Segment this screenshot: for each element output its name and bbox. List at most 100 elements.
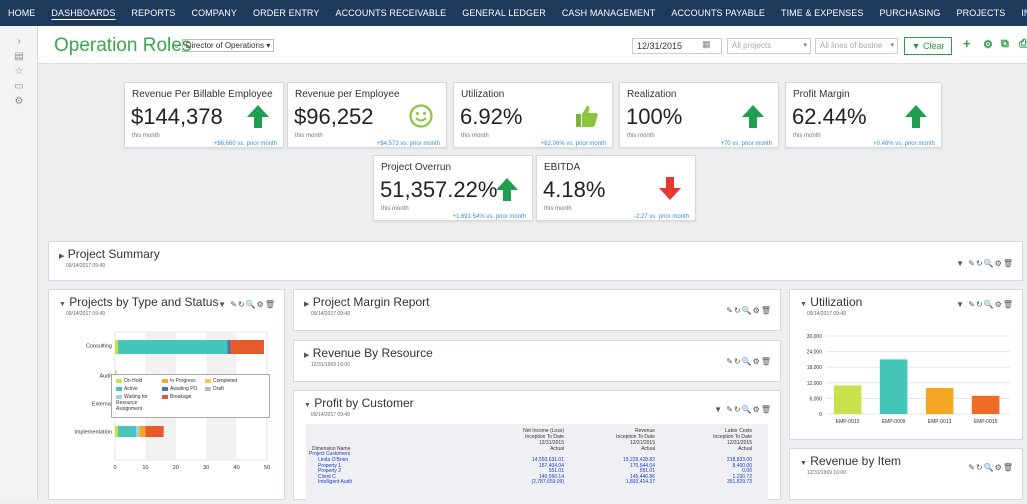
legend-item[interactable]: In Progress: [162, 378, 196, 384]
kpi-card-realization[interactable]: Realization 100% this month +70 vs. prior m…: [619, 82, 779, 148]
legend-item[interactable]: Waiting for Resource Assignment: [116, 394, 158, 412]
panel-tools[interactable]: ▼ ✎↻🔍⚙🗑: [714, 405, 772, 414]
y-tick-label: 30,000: [807, 334, 823, 340]
nav-item-cash-management[interactable]: CASH MANAGEMENT: [554, 0, 664, 26]
kpi-card-revenue-per-employee[interactable]: Revenue per Employee $96,252 this month +$4…: [287, 82, 447, 148]
bar-emp-0015[interactable]: [971, 395, 1000, 414]
table-cell: 1,893,414.37: [625, 479, 655, 485]
expand-icon[interactable]: ▶: [304, 301, 309, 308]
nav-item-inventory-control[interactable]: INVENTORY CONTROL: [1013, 0, 1027, 26]
nav-item-dashboards[interactable]: DASHBOARDS: [43, 0, 123, 26]
profit-table: Net Income (Loss) Inception To Date 12/31/…: [306, 424, 768, 504]
kpi-delta[interactable]: +$6,660 vs. prior month: [214, 141, 277, 147]
legend-item[interactable]: On Hold: [116, 378, 142, 384]
nav-item-accounts-receivable[interactable]: ACCOUNTS RECEIVABLE: [327, 0, 454, 26]
expand-icon[interactable]: ▶: [304, 352, 309, 359]
bar-segment-awaiting-po[interactable]: [227, 340, 231, 354]
bar-segment-waiting-for-resource-assignment[interactable]: [136, 426, 140, 437]
panel-title[interactable]: ▼ Profit by Customer: [304, 396, 414, 410]
lines-of-business-select[interactable]: All lines of busine ▾: [815, 38, 898, 54]
legend-item[interactable]: Draft: [205, 386, 224, 392]
bar-segment-on-hold[interactable]: [115, 340, 119, 354]
clear-filter-button[interactable]: ▼ Clear: [904, 37, 952, 55]
kpi-delta[interactable]: +0.48% vs. prior month: [873, 141, 935, 147]
kpi-card-project-overrun[interactable]: Project Overrun 51,357.22% this month +1,69…: [373, 155, 533, 221]
bar-segment-breakage[interactable]: [230, 340, 264, 354]
kpi-card-revenue-per-billable-employee[interactable]: Revenue Per Billable Employee $144,378 thi…: [124, 82, 284, 148]
row-label[interactable]: Intelligent Audit: [318, 480, 352, 485]
calendar-icon[interactable]: ▦: [702, 39, 711, 50]
nav-item-purchasing[interactable]: PURCHASING: [872, 0, 949, 26]
panel-title[interactable]: ▼ Revenue by Item: [800, 454, 901, 468]
kpi-card-utilization[interactable]: Utilization 6.92% this month +62.06% vs. pr…: [453, 82, 613, 148]
nav-item-reports[interactable]: REPORTS: [123, 0, 183, 26]
kpi-period: this month: [627, 133, 655, 139]
star-icon[interactable]: ☆: [0, 64, 38, 79]
kpi-delta[interactable]: +1,691.54% vs. prior month: [452, 214, 526, 220]
kpi-delta[interactable]: +$4,573 vs. prior month: [377, 141, 440, 147]
kpi-delta[interactable]: -2.27 vs. prior month: [634, 214, 689, 220]
revenue-by-resource-panel: ▶ Revenue By Resource 12/31/1969 16:00 ✎…: [293, 340, 781, 382]
legend-label: Active: [124, 386, 138, 392]
bar-segment-active[interactable]: [118, 426, 137, 437]
nav-item-general-ledger[interactable]: GENERAL LEDGER: [454, 0, 554, 26]
nav-item-company[interactable]: COMPANY: [183, 0, 245, 26]
utilization-panel: ▼ Utilization 09/14/2017 09:49 ▼ ✎↻🔍⚙🗑 0…: [789, 289, 1023, 440]
nav-item-projects[interactable]: PROJECTS: [949, 0, 1014, 26]
bar-emp-0009[interactable]: [879, 359, 908, 414]
gear-icon[interactable]: ⚙: [0, 94, 38, 109]
kpi-delta[interactable]: +70 vs. prior month: [720, 141, 772, 147]
projects-select[interactable]: All projects ▾: [727, 38, 811, 54]
y-tick-label: 24,000: [807, 350, 823, 356]
panel-title[interactable]: ▼ Projects by Type and Status: [59, 295, 218, 309]
collapse-icon[interactable]: ▼: [800, 460, 807, 467]
panel-tools[interactable]: ▼ ✎↻🔍⚙🗑: [956, 259, 1014, 268]
nav-item-accounts-payable[interactable]: ACCOUNTS PAYABLE: [663, 0, 773, 26]
legend-item[interactable]: Breakage: [162, 394, 191, 400]
list-icon[interactable]: ▤: [0, 49, 38, 64]
panel-tools[interactable]: ✎↻🔍⚙🗑: [968, 463, 1014, 472]
table-cell: (2,787,659.09): [531, 479, 564, 485]
panel-date: 12/31/1969 16:00: [311, 362, 350, 368]
panel-title[interactable]: ▶ Revenue By Resource: [304, 346, 433, 360]
panel-tools[interactable]: ✎↻🔍⚙🗑: [726, 357, 772, 366]
collapse-icon[interactable]: ▼: [304, 402, 311, 409]
panel-date: 09/14/2017 09:49: [66, 311, 105, 317]
panel-tools[interactable]: ▼ ✎↻🔍⚙🗑: [956, 300, 1014, 309]
monitor-icon[interactable]: ▭: [0, 79, 38, 94]
panel-title[interactable]: ▶ Project Margin Report: [304, 295, 429, 309]
legend-item[interactable]: Completed: [205, 378, 237, 384]
collapse-icon[interactable]: ▼: [800, 301, 807, 308]
bar-segment-active[interactable]: [118, 340, 228, 354]
role-selector[interactable]: ⌄ Director of Operations ▾: [173, 39, 275, 52]
copy-icon[interactable]: ⧉: [1001, 38, 1009, 51]
filter-icon: ▼: [911, 41, 921, 51]
panel-tools[interactable]: ▼ ✎↻🔍⚙🗑: [218, 300, 276, 309]
gear-icon[interactable]: ⚙: [983, 38, 993, 51]
kpi-card-ebitda[interactable]: EBITDA 4.18% this month -2.27 vs. prior mon…: [536, 155, 696, 221]
print-icon[interactable]: ⎙: [1019, 38, 1027, 51]
col-type: Actual: [738, 446, 752, 452]
bar-segment-on-hold[interactable]: [115, 426, 119, 437]
panel-title[interactable]: ▼ Utilization: [800, 295, 862, 309]
dashboard-header: Operation Roles ⌄ Director of Operations …: [38, 26, 1027, 64]
bar-segment-breakage[interactable]: [145, 426, 164, 437]
kpi-card-profit-margin[interactable]: Profit Margin 62.44% this month +0.48% vs. …: [785, 82, 942, 148]
nav-item-time-expenses[interactable]: TIME & EXPENSES: [773, 0, 872, 26]
nav-item-home[interactable]: HOME: [0, 0, 43, 26]
legend-item[interactable]: Awaiting PO: [162, 386, 197, 392]
thumbs-up-icon: [574, 103, 600, 129]
add-icon[interactable]: +: [963, 36, 971, 51]
panel-tools[interactable]: ✎↻🔍⚙🗑: [726, 306, 772, 315]
chevron-right-icon[interactable]: ›: [0, 34, 38, 49]
expand-icon[interactable]: ▶: [59, 253, 64, 260]
panel-title[interactable]: ▶ Project Summary: [59, 247, 160, 261]
bar-emp-0013[interactable]: [925, 388, 954, 414]
collapse-icon[interactable]: ▼: [59, 301, 66, 308]
bar-segment-in-progress[interactable]: [139, 426, 146, 437]
nav-item-order-entry[interactable]: ORDER ENTRY: [245, 0, 327, 26]
bar-emp-0013[interactable]: [833, 385, 862, 414]
category-label: Consulting: [86, 344, 112, 350]
legend-item[interactable]: Active: [116, 386, 138, 392]
kpi-delta[interactable]: +62.06% vs. prior month: [541, 141, 606, 147]
